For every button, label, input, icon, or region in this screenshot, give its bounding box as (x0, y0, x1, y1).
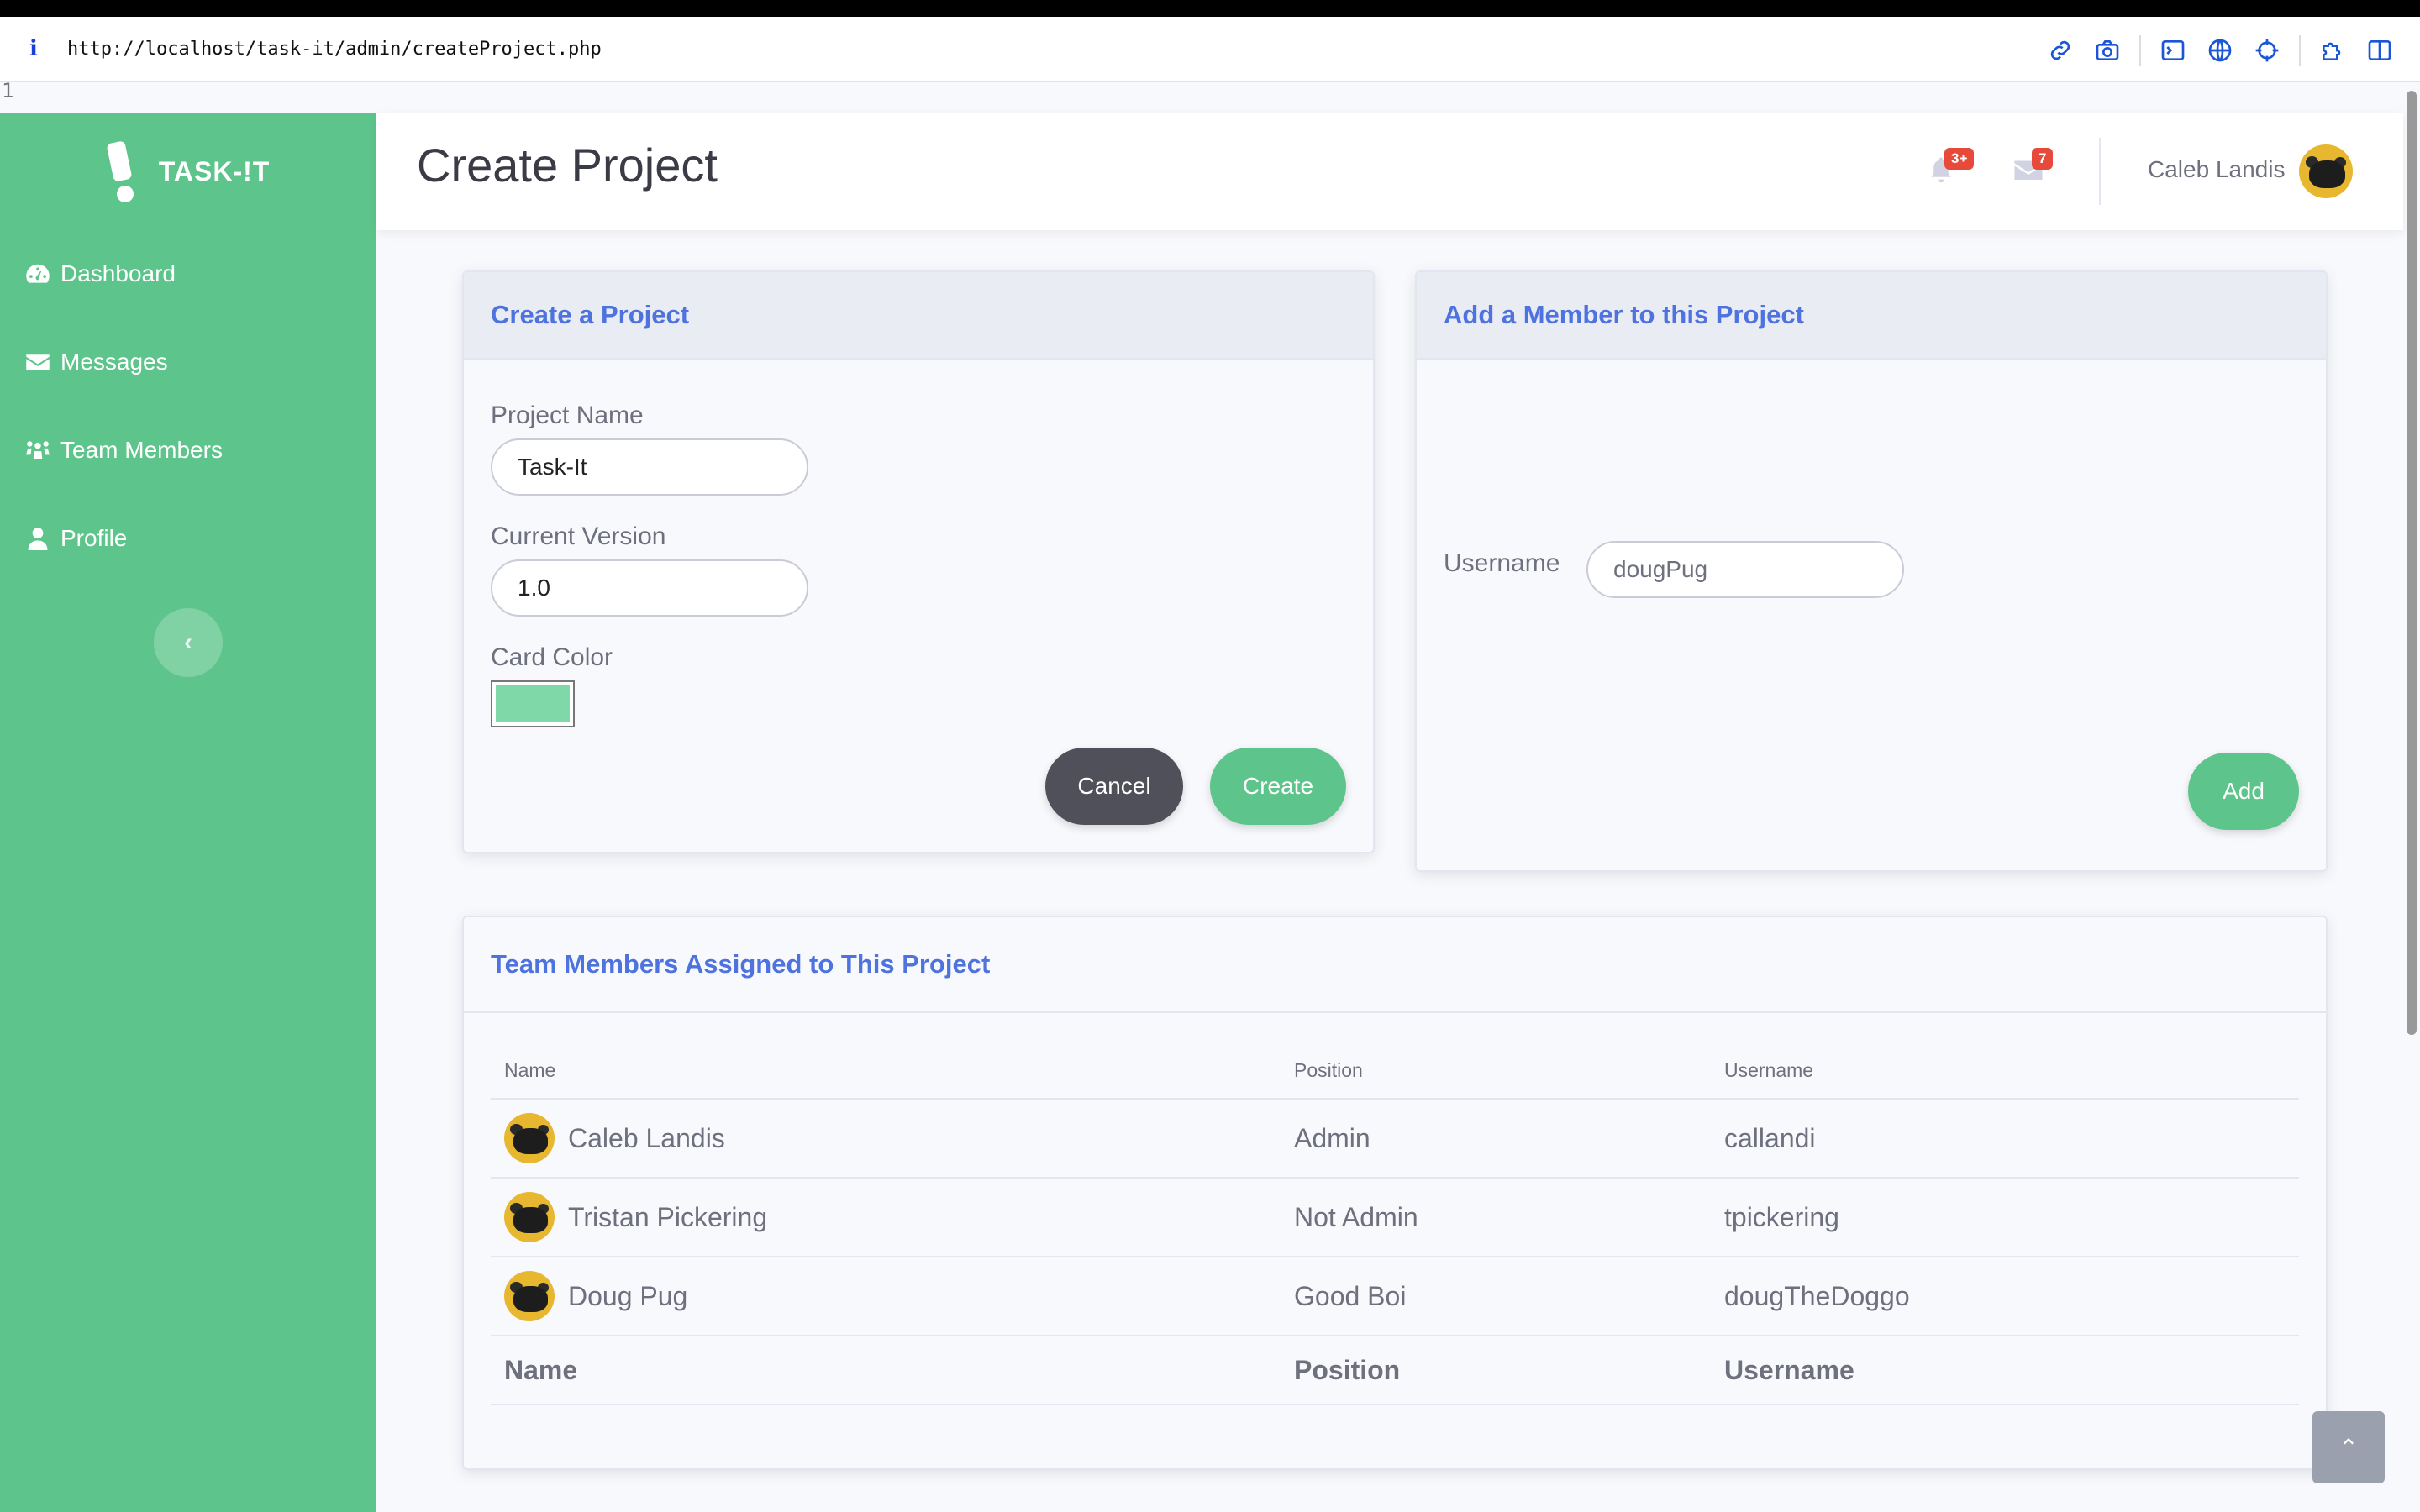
member-position: Good Boi (1281, 1257, 1711, 1336)
sidebar-item-dashboard[interactable]: Dashboard (25, 260, 176, 287)
sidebar-item-profile[interactable]: Profile (25, 525, 127, 552)
table-row: Doug Pug Good Boi dougTheDoggo (491, 1257, 2299, 1336)
sidebar-item-messages[interactable]: Messages (25, 349, 168, 375)
column-header-name[interactable]: Name (491, 1043, 1281, 1100)
sidebar-item-label: Dashboard (60, 260, 176, 286)
avatar (504, 1271, 555, 1321)
crosshair-icon[interactable] (2244, 32, 2291, 69)
user-name[interactable]: Caleb Landis (2148, 156, 2285, 183)
project-name-input[interactable]: Task-It (491, 438, 808, 496)
page-scrollbar[interactable] (2407, 91, 2417, 1035)
user-avatar[interactable] (2299, 144, 2353, 202)
card-title: Team Members Assigned to This Project (491, 949, 991, 979)
card-color-picker[interactable] (491, 680, 575, 727)
dashboard-gauge-icon (26, 264, 50, 283)
username-label: Username (1444, 549, 1560, 577)
member-name: Tristan Pickering (568, 1201, 768, 1232)
card-header: Add a Member to this Project (1417, 272, 2326, 360)
add-member-card: Add a Member to this Project Username do… (1415, 270, 2328, 872)
sidebar-item-label: Team Members (60, 437, 223, 463)
member-username: callandi (1711, 1099, 2299, 1179)
avatar (2299, 144, 2353, 198)
globe-icon[interactable] (2196, 32, 2244, 69)
current-version-input[interactable]: 1.0 (491, 559, 808, 617)
card-title: Create a Project (491, 300, 690, 329)
column-header-position[interactable]: Position (1281, 1043, 1711, 1100)
sidebar: TASK-!T Dashboard Messages Team Members … (0, 113, 376, 1512)
avatar (504, 1192, 555, 1242)
sidebar-item-label: Profile (60, 525, 128, 551)
url-text[interactable]: http://localhost/task-it/admin/createPro… (67, 39, 602, 60)
current-version-label: Current Version (491, 522, 666, 550)
scroll-to-top-button[interactable]: ⌃ (2312, 1411, 2385, 1483)
footer-header-position: Position (1281, 1336, 1711, 1405)
terminal-icon[interactable] (2149, 32, 2196, 69)
member-position: Not Admin (1281, 1178, 1711, 1257)
envelope-icon (26, 354, 50, 370)
add-member-button[interactable]: Add (2188, 753, 2299, 830)
window-top-strip (0, 0, 2420, 17)
team-members-table: Name Position Username Caleb Landis Admi… (491, 1043, 2299, 1405)
sidebar-item-team-members[interactable]: Team Members (25, 437, 223, 464)
card-header: Create a Project (464, 272, 1373, 360)
create-project-card: Create a Project Project Name Task-It Cu… (462, 270, 1375, 853)
column-header-username[interactable]: Username (1711, 1043, 2299, 1100)
extensions-icon[interactable] (2309, 32, 2356, 69)
username-input[interactable]: dougPug (1586, 541, 1904, 598)
table-row: Caleb Landis Admin callandi (491, 1099, 2299, 1179)
browser-toolbar (2037, 32, 2403, 69)
page-title: Create Project (417, 139, 718, 192)
team-members-card: Team Members Assigned to This Project Na… (462, 916, 2328, 1470)
card-title: Add a Member to this Project (1444, 300, 1804, 329)
toolbar-divider (2139, 35, 2141, 66)
line-number: 1 (2, 79, 14, 102)
browser-address-bar: i http://localhost/task-it/admin/createP… (0, 17, 2420, 82)
brand-logo[interactable]: TASK-!T (0, 138, 376, 205)
messages-badge: 7 (2032, 148, 2054, 170)
messages-button[interactable]: 7 (2013, 148, 2054, 190)
user-icon (28, 528, 48, 550)
users-icon (26, 441, 50, 459)
header-divider (2099, 138, 2101, 205)
member-name: Doug Pug (568, 1280, 688, 1311)
link-icon[interactable] (2037, 32, 2084, 69)
top-header: Create Project 3+ 7 Caleb Landis (376, 113, 2403, 230)
member-username: dougTheDoggo (1711, 1257, 2299, 1336)
card-header: Team Members Assigned to This Project (464, 917, 2326, 1013)
alerts-button[interactable]: 3+ (1926, 148, 1975, 190)
sidebar-toggle-button[interactable]: ‹ (154, 608, 223, 677)
project-name-label: Project Name (491, 402, 644, 429)
footer-header-name: Name (491, 1336, 1281, 1405)
chevron-left-icon: ‹ (184, 628, 192, 656)
alerts-badge: 3+ (1944, 148, 1975, 170)
sidebar-item-label: Messages (60, 349, 168, 375)
chevron-up-icon: ⌃ (2338, 1434, 2359, 1461)
avatar (504, 1113, 555, 1163)
member-username: tpickering (1711, 1178, 2299, 1257)
create-button[interactable]: Create (1210, 748, 1346, 825)
brand-name: TASK-!T (158, 155, 271, 186)
camera-icon[interactable] (2084, 32, 2131, 69)
card-color-label: Card Color (491, 643, 613, 671)
footer-header-username: Username (1711, 1336, 2299, 1405)
exclamation-logo-icon (106, 140, 140, 202)
site-info-icon[interactable]: i (0, 36, 67, 61)
sidebar-panel-icon[interactable] (2356, 32, 2403, 69)
cancel-button[interactable]: Cancel (1045, 748, 1183, 825)
toolbar-divider (2299, 35, 2301, 66)
member-position: Admin (1281, 1099, 1711, 1179)
member-name: Caleb Landis (568, 1122, 725, 1153)
table-row: Tristan Pickering Not Admin tpickering (491, 1178, 2299, 1257)
